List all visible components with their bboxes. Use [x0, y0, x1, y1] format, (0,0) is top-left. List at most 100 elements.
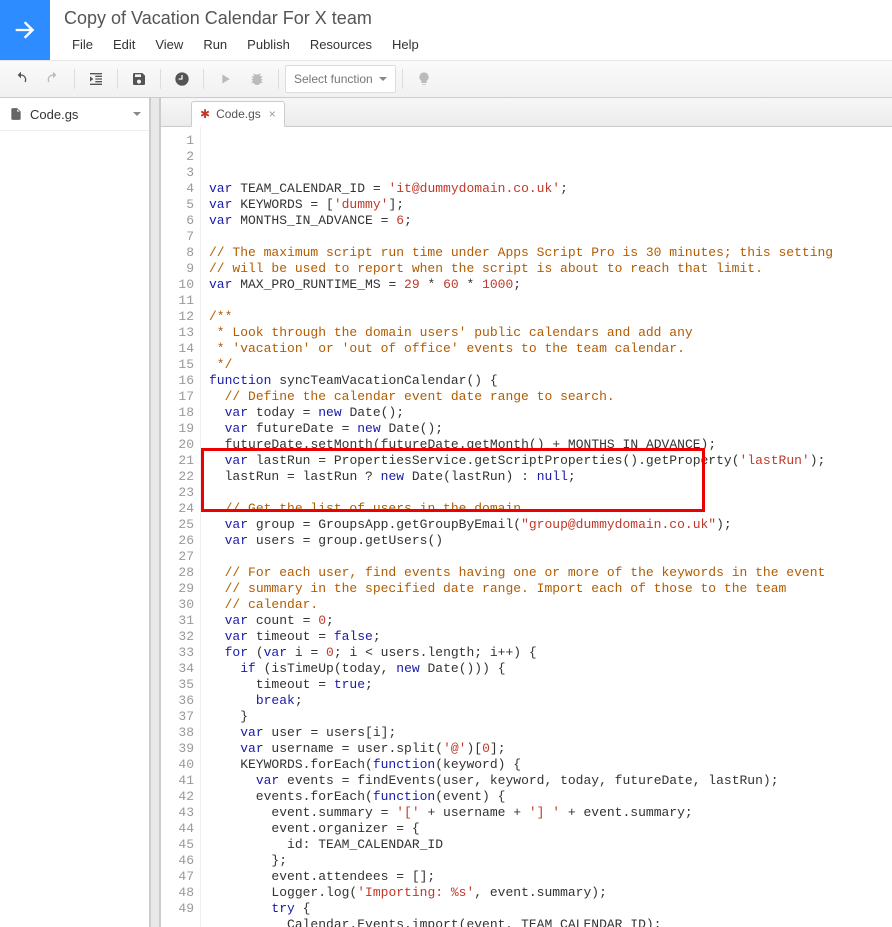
code-line[interactable]: events.forEach(function(event) { [209, 789, 884, 805]
chevron-down-icon [379, 77, 387, 81]
code-line[interactable] [209, 485, 884, 501]
token-op: ; i < users.length; i++) { [334, 645, 537, 660]
token-op: + event.summary; [560, 805, 693, 820]
code-line[interactable]: } [209, 709, 884, 725]
code-line[interactable]: lastRun = lastRun ? new Date(lastRun) : … [209, 469, 884, 485]
code-line[interactable] [209, 293, 884, 309]
undo-button[interactable] [6, 65, 36, 93]
token-kw: var [225, 405, 248, 420]
token-ident: futureDate [248, 421, 342, 436]
code-line[interactable]: var MONTHS_IN_ADVANCE = 6; [209, 213, 884, 229]
tab-code-gs[interactable]: ✱ Code.gs × [191, 101, 285, 127]
token-op [209, 645, 225, 660]
token-op: = [310, 645, 326, 660]
hint-button[interactable] [409, 65, 439, 93]
code-line[interactable]: break; [209, 693, 884, 709]
code-line[interactable]: // will be used to report when the scrip… [209, 261, 884, 277]
code-line[interactable]: var users = group.getUsers() [209, 533, 884, 549]
code-line[interactable]: /** [209, 309, 884, 325]
code-line[interactable]: var username = user.split('@')[0]; [209, 741, 884, 757]
code-line[interactable]: for (var i = 0; i < users.length; i++) { [209, 645, 884, 661]
token-op: ]; [388, 197, 404, 212]
run-button[interactable] [210, 65, 240, 93]
code-line[interactable]: var KEYWORDS = ['dummy']; [209, 197, 884, 213]
triggers-button[interactable] [167, 65, 197, 93]
code-line[interactable]: }; [209, 853, 884, 869]
code-line[interactable]: * Look through the domain users' public … [209, 325, 884, 341]
file-item[interactable]: Code.gs [0, 98, 149, 131]
menu-view[interactable]: View [147, 33, 191, 56]
close-icon[interactable]: × [269, 107, 276, 121]
redo-button[interactable] [38, 65, 68, 93]
save-button[interactable] [124, 65, 154, 93]
code-line[interactable]: */ [209, 357, 884, 373]
code-line[interactable]: var count = 0; [209, 613, 884, 629]
menu-help[interactable]: Help [384, 33, 427, 56]
code-line[interactable]: var lastRun = PropertiesService.getScrip… [209, 453, 884, 469]
code-line[interactable]: // Get the list of users in the domain. [209, 501, 884, 517]
chevron-down-icon[interactable] [133, 112, 141, 116]
code-line[interactable]: var futureDate = new Date(); [209, 421, 884, 437]
token-kw: function [209, 373, 271, 388]
token-op [209, 469, 225, 484]
code-line[interactable]: var events = findEvents(user, keyword, t… [209, 773, 884, 789]
code-line[interactable]: var timeout = false; [209, 629, 884, 645]
token-kw: var [225, 629, 248, 644]
line-number: 32 [161, 629, 194, 645]
debug-button[interactable] [242, 65, 272, 93]
code-line[interactable]: futureDate.setMonth(futureDate.getMonth(… [209, 437, 884, 453]
line-number: 31 [161, 613, 194, 629]
line-number: 43 [161, 805, 194, 821]
code-line[interactable]: KEYWORDS.forEach(function(keyword) { [209, 757, 884, 773]
code-line[interactable]: var TEAM_CALENDAR_ID = 'it@dummydomain.c… [209, 181, 884, 197]
code-line[interactable]: var user = users[i]; [209, 725, 884, 741]
code-line[interactable]: * 'vacation' or 'out of office' events t… [209, 341, 884, 357]
code-content[interactable]: var TEAM_CALENDAR_ID = 'it@dummydomain.c… [201, 127, 892, 927]
token-kw: if [240, 661, 256, 676]
code-line[interactable]: id: TEAM_CALENDAR_ID [209, 837, 884, 853]
code-line[interactable]: var group = GroupsApp.getGroupByEmail("g… [209, 517, 884, 533]
menu-resources[interactable]: Resources [302, 33, 380, 56]
token-op: = [388, 277, 404, 292]
code-line[interactable]: // The maximum script run time under App… [209, 245, 884, 261]
token-num: 0 [318, 613, 326, 628]
token-ident: MONTHS_IN_ADVANCE [232, 213, 380, 228]
indent-button[interactable] [81, 65, 111, 93]
code-line[interactable]: event.organizer = { [209, 821, 884, 837]
code-line[interactable]: try { [209, 901, 884, 917]
token-kw: var [240, 725, 263, 740]
code-line[interactable]: Logger.log('Importing: %s', event.summar… [209, 885, 884, 901]
code-line[interactable] [209, 549, 884, 565]
code-line[interactable]: var MAX_PRO_RUNTIME_MS = 29 * 60 * 1000; [209, 277, 884, 293]
menu-edit[interactable]: Edit [105, 33, 143, 56]
code-line[interactable]: // Define the calendar event date range … [209, 389, 884, 405]
document-title[interactable]: Copy of Vacation Calendar For X team [64, 6, 882, 33]
line-number: 14 [161, 341, 194, 357]
token-kw: var [225, 517, 248, 532]
token-cmt: // For each user, find events having one… [225, 565, 826, 580]
code-line[interactable]: Calendar.Events.import(event, TEAM_CALEN… [209, 917, 884, 927]
code-line[interactable]: function syncTeamVacationCalendar() { [209, 373, 884, 389]
menu-publish[interactable]: Publish [239, 33, 298, 56]
token-kw: var [225, 453, 248, 468]
line-number: 6 [161, 213, 194, 229]
menu-run[interactable]: Run [195, 33, 235, 56]
code-line[interactable]: // summary in the specified date range. … [209, 581, 884, 597]
token-cmt: */ [209, 357, 232, 372]
code-line[interactable] [209, 229, 884, 245]
code-line[interactable]: // For each user, find events having one… [209, 565, 884, 581]
code-line[interactable]: event.attendees = []; [209, 869, 884, 885]
code-line[interactable]: event.summary = '[' + username + '] ' + … [209, 805, 884, 821]
menu-file[interactable]: File [64, 33, 101, 56]
code-line[interactable]: // calendar. [209, 597, 884, 613]
line-number: 25 [161, 517, 194, 533]
token-ident: Date [420, 661, 459, 676]
code-line[interactable]: if (isTimeUp(today, new Date())) { [209, 661, 884, 677]
token-kw: function [373, 789, 435, 804]
code-line[interactable]: var today = new Date(); [209, 405, 884, 421]
code-area[interactable]: 1234567891011121314151617181920212223242… [161, 127, 892, 927]
splitter[interactable] [150, 98, 160, 927]
code-line[interactable]: timeout = true; [209, 677, 884, 693]
select-function-dropdown[interactable]: Select function [285, 65, 396, 93]
token-kw: var [209, 213, 232, 228]
